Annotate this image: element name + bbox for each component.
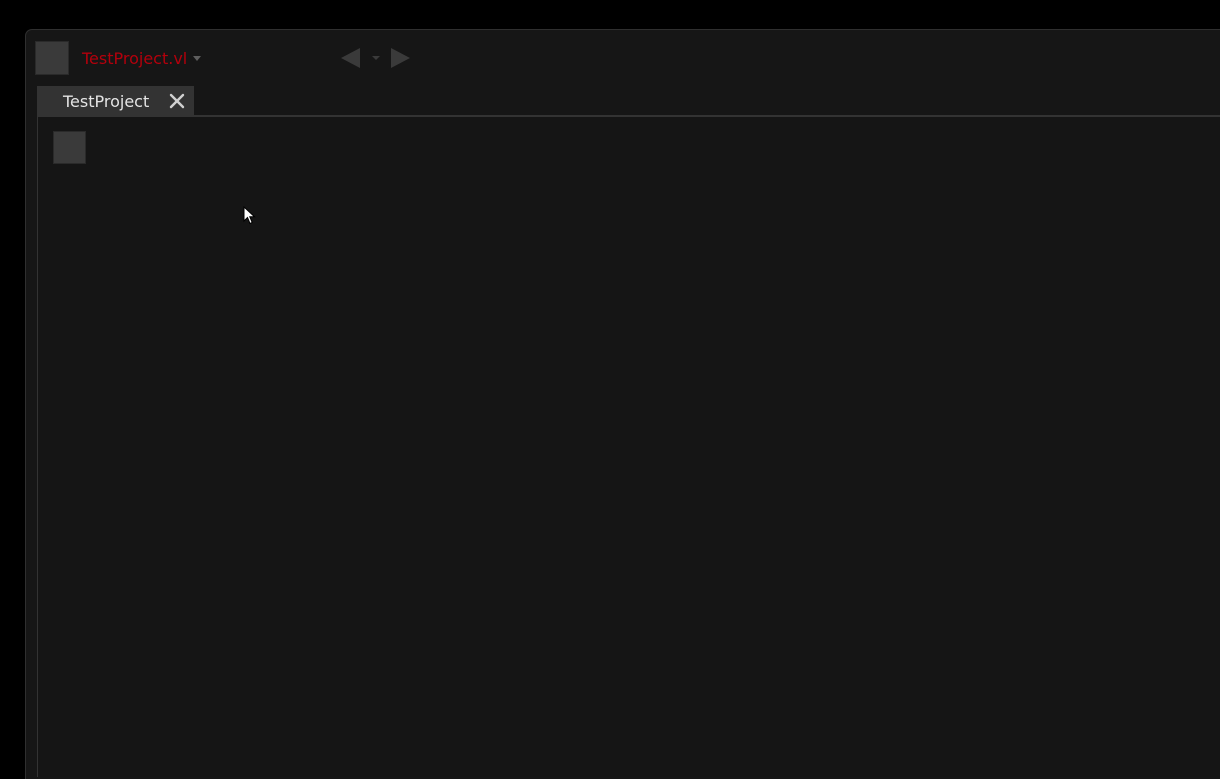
tab-label: TestProject: [63, 92, 150, 111]
mouse-cursor-icon: [243, 206, 256, 225]
chevron-down-icon[interactable]: [193, 56, 201, 61]
tab-testproject[interactable]: TestProject: [37, 86, 194, 116]
patch-editor-window: TestProject.vl TestProject: [25, 29, 1220, 779]
patch-canvas[interactable]: [37, 117, 1220, 777]
nav-back-icon[interactable]: [341, 48, 360, 68]
nav-history-chevron-icon[interactable]: [372, 56, 380, 60]
close-icon[interactable]: [168, 92, 186, 110]
document-title[interactable]: TestProject.vl: [82, 49, 187, 69]
nav-forward-icon[interactable]: [391, 48, 410, 68]
patch-square-icon[interactable]: [53, 131, 86, 164]
menu-square-icon[interactable]: [35, 41, 69, 75]
